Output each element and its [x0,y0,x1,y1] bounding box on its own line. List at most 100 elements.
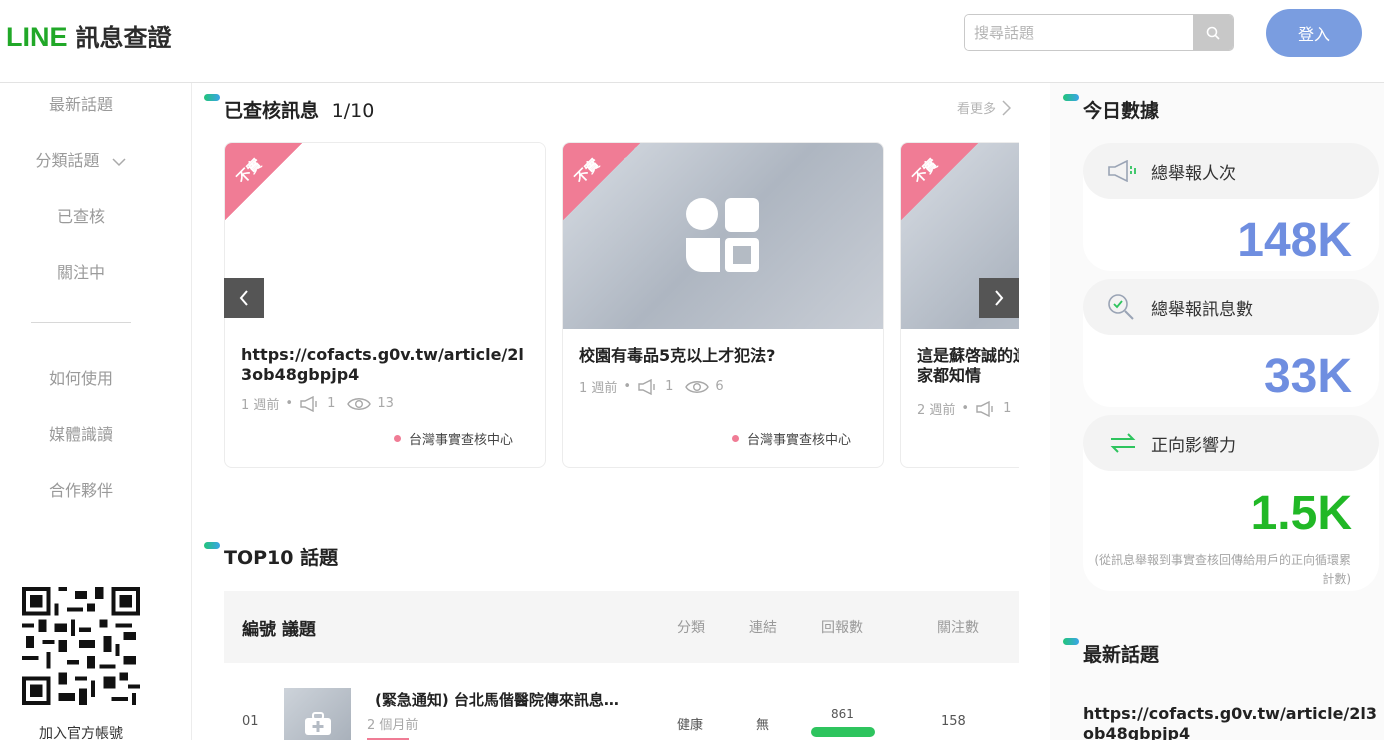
section-marker [204,94,220,101]
stat-value-messages: 33K [1263,350,1352,403]
header-main: 編號 議題 [242,619,316,640]
row-category: 健康 [677,718,704,733]
badge-label: 不實 [910,156,942,188]
card-time: 1 週前 [579,381,618,396]
search-icon [1206,26,1220,40]
nav-latest-topics[interactable]: 最新話題 [0,91,162,115]
latest-title: 最新話題 [1083,644,1160,666]
card-reports: 1 [665,379,674,394]
nav-how-to-use[interactable]: 如何使用 [0,365,162,389]
row-thumbnail [284,688,351,740]
badge-label: 不實 [234,156,266,188]
header-replies: 回報數 [821,620,863,636]
eye-icon [347,397,372,410]
card-title: https://cofacts.g0v.tw/article/2l3ob48gb… [241,345,524,384]
card-views: 6 [715,379,724,394]
card-meta: 2 週前 • 1 [917,399,1011,418]
meta-separator: • [285,396,294,411]
stat-value-impact: 1.5K [1250,487,1352,540]
header-link: 連結 [749,620,777,636]
see-more-link[interactable]: 看更多 [957,98,1012,117]
card-title: 這是蘇啓誠的遺 家都知情 [917,346,1019,385]
card-reports: 1 [1003,401,1012,416]
row-time: 2 個月前 [367,718,419,733]
nav-checked[interactable]: 已查核 [0,203,162,227]
impact-note: (從訊息舉報到事實查核回傳給用戶的正向循環累計數) [1094,553,1351,586]
chevron-left-icon [239,290,248,306]
false-badge: 不實 [901,143,978,220]
card-views: 13 [377,396,394,411]
qr-code-image[interactable] [22,587,140,705]
card-reports: 1 [327,396,336,411]
stat-value-reports: 148K [1237,214,1352,267]
carousel-prev-button[interactable] [224,278,264,318]
carousel-next-button[interactable] [979,278,1019,318]
nav-category-topics[interactable]: 分類話題 [0,147,162,171]
replies-bar [811,727,875,737]
magnify-check-icon [1107,293,1151,321]
checked-card[interactable]: 不實 https://cofacts.g0v.tw/article/2l3ob4… [224,142,546,468]
nav-category-label: 分類話題 [35,151,100,170]
nav-media-literacy[interactable]: 媒體識讀 [0,421,162,445]
false-badge: 不實 [225,143,302,220]
row-follows: 158 [941,714,966,729]
left-sidebar: 最新話題 分類話題 已查核 關注中 如何使用 媒體識讀 合作夥伴 加入官方帳號 [0,83,192,740]
search-button[interactable] [1193,15,1233,50]
eye-icon [685,380,710,393]
false-badge: 不實 [563,143,640,220]
header-category: 分類 [677,620,705,636]
top10-table-header: 編號 議題 分類 連結 回報數 關注數 [224,591,1019,663]
row-title: (緊急通知) 台北馬偕醫院傳來訊息… [375,691,619,709]
row-number: 01 [242,714,259,729]
placeholder-image-icon [686,198,759,272]
top-header: LINE 訊息查證 登入 [0,0,1384,83]
meta-separator: • [623,379,632,394]
checked-cards-carousel: 不實 https://cofacts.g0v.tw/article/2l3ob4… [224,142,1019,470]
checked-section-title: 已查核訊息 1/10 [224,96,374,123]
stat-label: 正向影響力 [1151,435,1236,456]
source-dot [731,435,739,442]
chevron-down-icon [112,157,126,166]
header-follows: 關注數 [937,620,979,636]
megaphone-icon [638,378,655,395]
latest-topic-item[interactable]: https://cofacts.g0v.tw/article/2l3ob48gb… [1083,704,1379,740]
section-marker [1063,94,1079,101]
medical-kit-icon [305,712,331,735]
checked-card[interactable]: 不實 校園有毒品5克以上才犯法? 1 週前 • 1 6 台灣事實查核中心 [562,142,884,468]
nav-following[interactable]: 關注中 [0,259,162,283]
logo-line-text: LINE [6,22,68,52]
badge-label: 不實 [572,156,604,188]
logo-title: 訊息查證 [75,24,172,52]
site-logo[interactable]: LINE 訊息查證 [6,18,172,53]
card-time: 2 週前 [917,403,956,418]
stat-label: 總舉報訊息數 [1151,299,1253,320]
row-replies: 861 [831,707,854,721]
card-source: 台灣事實查核中心 [731,429,851,448]
card-title: 校園有毒品5克以上才犯法? [579,346,776,365]
section-marker [1063,638,1079,645]
see-more-label: 看更多 [957,102,997,117]
search-input[interactable] [965,15,1193,50]
card-source: 台灣事實查核中心 [393,429,513,448]
nav-divider [31,322,131,323]
card-time: 1 週前 [241,398,280,413]
exchange-arrows-icon [1107,431,1151,455]
chevron-right-icon [1002,99,1012,116]
nav-partners[interactable]: 合作夥伴 [0,477,162,501]
stat-head-impact: 正向影響力 [1083,415,1379,471]
chevron-right-icon [995,290,1004,306]
stat-label: 總舉報人次 [1151,163,1236,184]
qr-label: 加入官方帳號 [39,726,123,740]
card-meta: 1 週前 • 1 6 [579,377,724,396]
top10-title: TOP10 話題 [224,547,339,569]
meta-separator: • [961,401,970,416]
section-marker [204,542,220,549]
stat-head-reports: 總舉報人次 [1083,143,1379,199]
megaphone-icon [1107,160,1151,182]
login-button[interactable]: 登入 [1266,9,1362,57]
source-dot [393,435,401,442]
source-label: 台灣事實查核中心 [408,433,513,448]
checked-title-text: 已查核訊息 [224,100,320,122]
stat-head-messages: 總舉報訊息數 [1083,279,1379,335]
megaphone-icon [300,395,317,412]
